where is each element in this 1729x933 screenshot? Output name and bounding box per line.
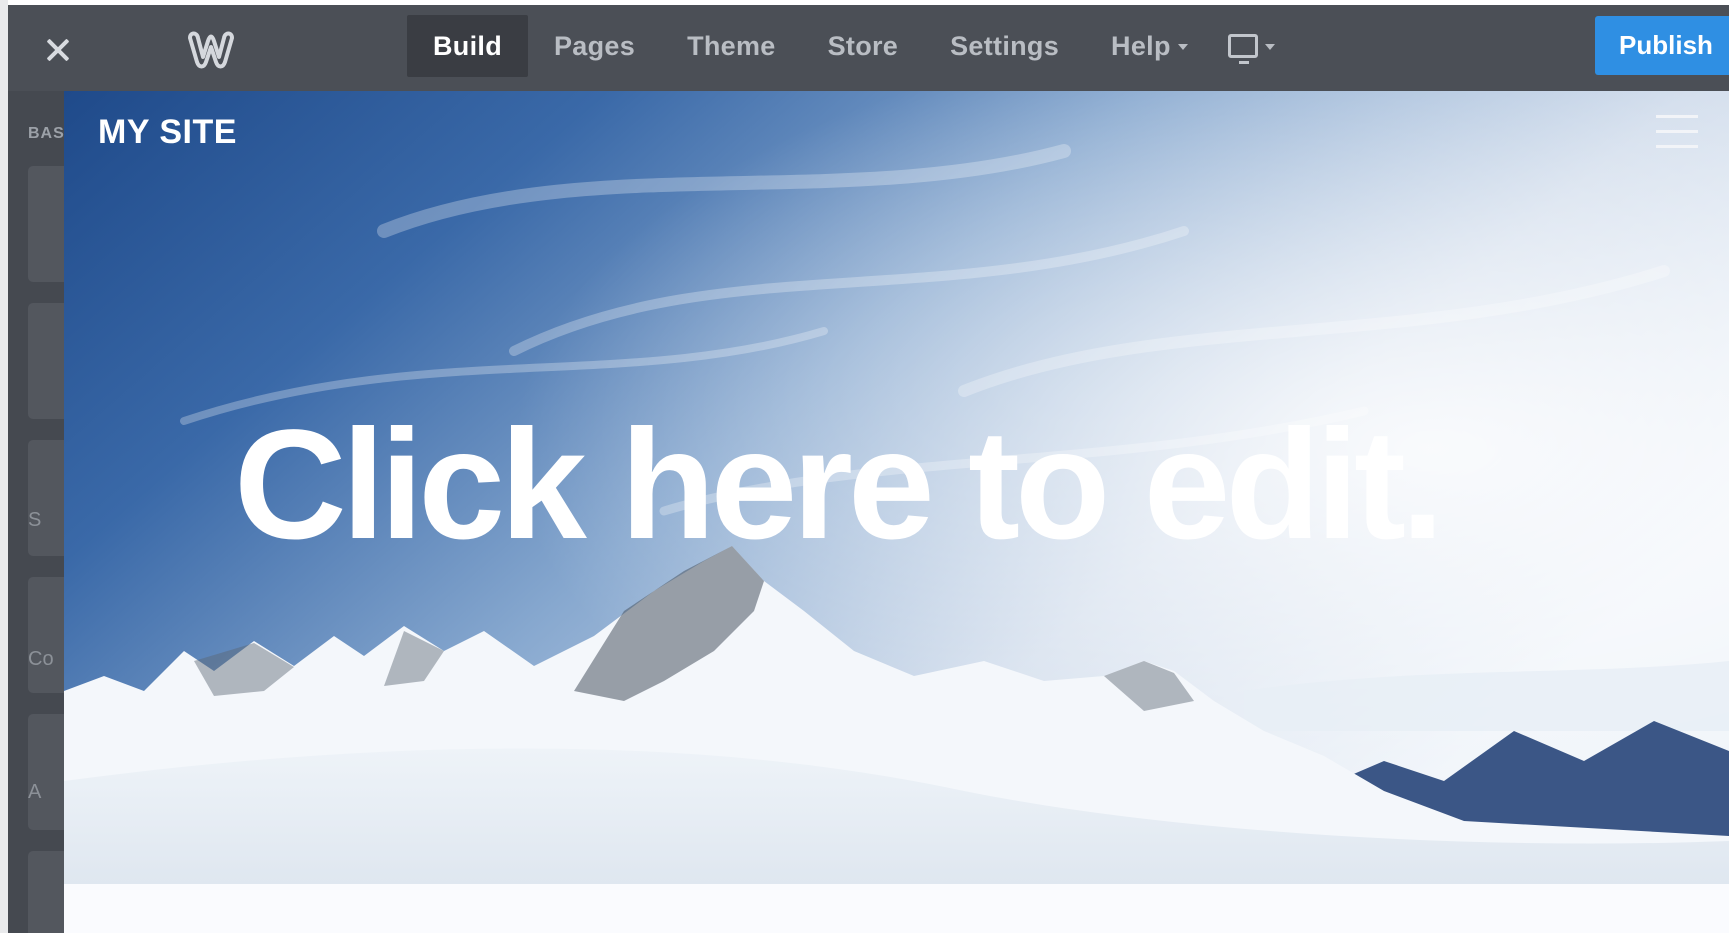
weebly-logo-icon[interactable] [185,29,237,71]
tab-theme-label: Theme [687,30,776,61]
desktop-monitor-icon [1227,34,1258,64]
tab-theme[interactable]: Theme [661,15,802,77]
element-tile-label: Co [28,648,54,670]
elements-panel: BAS S Co A [8,91,88,933]
tab-build[interactable]: Build [407,15,528,77]
hero-section[interactable]: MY SITE Click here to edit. [64,91,1729,884]
tab-pages[interactable]: Pages [528,15,661,77]
tab-pages-label: Pages [554,30,636,61]
chevron-down-icon [1264,44,1275,50]
site-title[interactable]: MY SITE [98,113,237,152]
publish-button[interactable]: Publish [1595,16,1729,75]
site-canvas: MY SITE Click here to edit. [64,91,1729,933]
chevron-down-icon [1177,44,1188,50]
window-edge [0,0,8,933]
close-icon[interactable] [40,32,76,68]
tab-build-label: Build [433,30,502,61]
editor-toolbar: Build Pages Theme Store Settings Help Pu… [8,5,1729,91]
main-nav: Build Pages Theme Store Settings Help [407,15,1289,77]
hamburger-menu-icon[interactable] [1656,115,1698,149]
element-tile-label: A [28,781,42,803]
help-menu[interactable]: Help [1085,15,1214,77]
help-menu-label: Help [1111,30,1171,61]
element-tile-label: S [28,509,42,531]
tab-settings-label: Settings [950,30,1060,61]
tab-settings[interactable]: Settings [924,15,1085,77]
device-preview-button[interactable] [1214,15,1289,77]
hero-headline[interactable]: Click here to edit. [234,396,1534,575]
weebly-editor: Build Pages Theme Store Settings Help Pu… [0,0,1729,933]
panel-section-label: BAS [28,125,65,142]
tab-store-label: Store [827,30,899,61]
tab-store[interactable]: Store [802,15,925,77]
